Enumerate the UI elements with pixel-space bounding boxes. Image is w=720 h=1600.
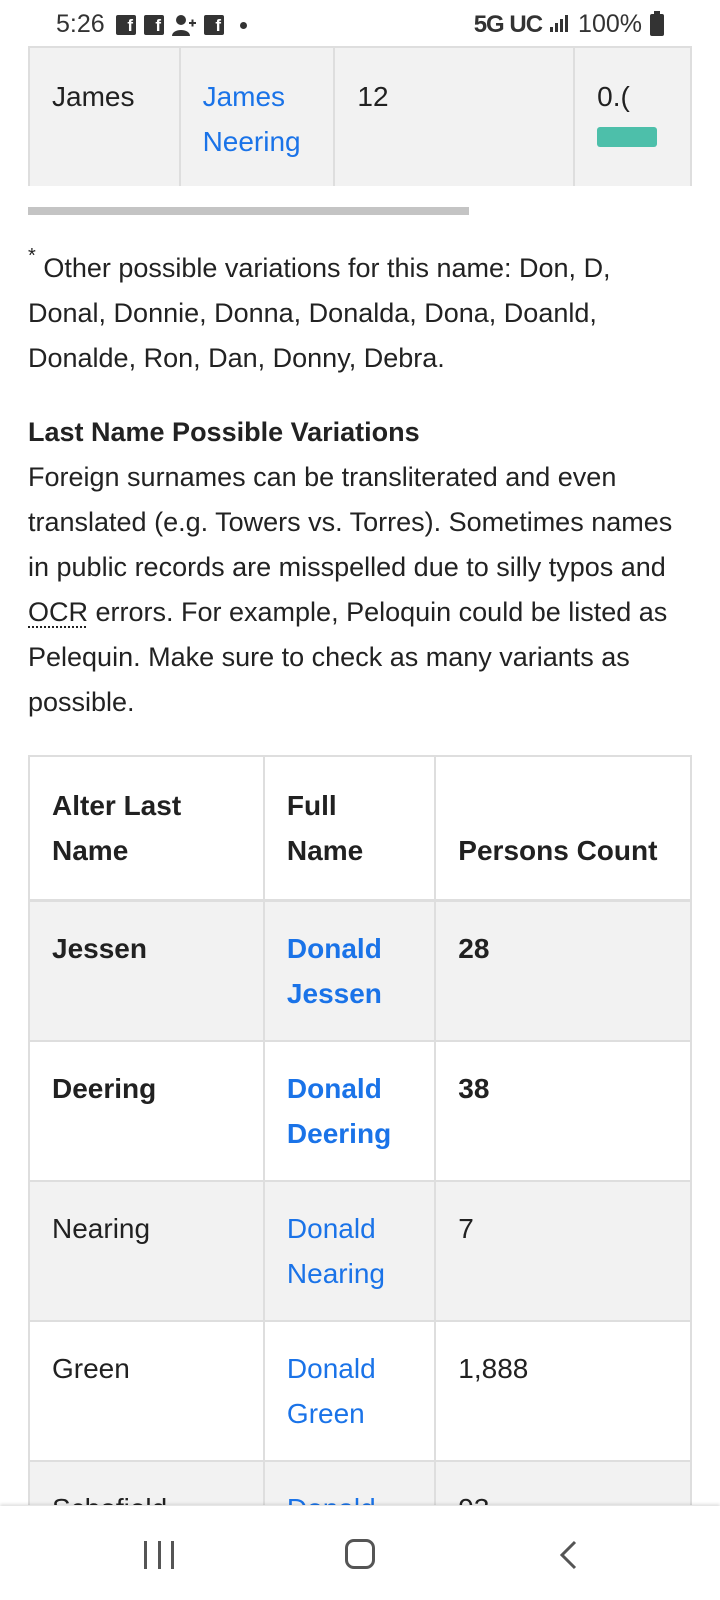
full-name-cell[interactable]: James Neering — [178, 46, 336, 186]
footnote-marker: * — [28, 245, 36, 267]
facebook-icon: f — [204, 15, 224, 35]
persons-count-cell: 1,888 — [434, 1320, 692, 1462]
full-name-link[interactable]: Donald Jessen — [287, 933, 382, 1009]
dot-icon — [240, 21, 247, 29]
status-right: 5G UC 100% — [474, 10, 664, 39]
status-time: 5:26 — [56, 10, 105, 38]
table-row: Nearing Donald Nearing 7 — [28, 1180, 692, 1322]
battery-percent: 100% — [578, 10, 642, 38]
home-icon[interactable] — [345, 1539, 375, 1569]
count-cell: 12 — [333, 46, 576, 186]
battery-icon — [650, 10, 664, 36]
full-name-cell[interactable]: Donald Nearing — [262, 1180, 437, 1322]
variations-note: * Other possible variations for this nam… — [28, 246, 692, 381]
alter-last-name-table[interactable]: Alter Last Name Full Name Persons Count J… — [28, 755, 692, 1505]
alter-last-name-cell: Nearing — [28, 1180, 265, 1322]
table-row: Green Donald Green 1,888 — [28, 1320, 692, 1462]
alter-last-name-cell: Deering — [28, 1040, 265, 1182]
percent-cell: 0.( — [573, 46, 692, 186]
percent-bar — [597, 127, 658, 147]
system-nav-bar — [0, 1506, 720, 1600]
facebook-icon: f — [116, 15, 136, 35]
full-name-cell[interactable]: Donald Jessen — [262, 899, 437, 1042]
ocr-abbreviation[interactable]: OCR — [28, 597, 88, 627]
full-name-link[interactable]: James Neering — [203, 81, 301, 157]
persons-count-cell: 7 — [434, 1180, 692, 1322]
table-row: Jessen Donald Jessen 28 — [28, 899, 692, 1042]
table-header-row: Alter Last Name Full Name Persons Count — [28, 755, 692, 902]
notification-icons: f f f — [116, 14, 247, 36]
first-name-cell: James — [28, 46, 181, 186]
last-name-variations-section: Last Name Possible Variations Foreign su… — [28, 410, 692, 725]
full-name-cell[interactable]: Donald Deering — [262, 1040, 437, 1182]
horizontal-scrollbar[interactable] — [28, 207, 469, 215]
signal-icon — [550, 10, 570, 39]
full-name-cell[interactable]: Donald — [262, 1460, 437, 1505]
variations-text: Other possible variations for this name:… — [28, 253, 611, 373]
network-type: 5G UC — [473, 10, 543, 38]
full-name-link[interactable]: Donald Green — [287, 1353, 376, 1429]
percent-value: 0.( — [597, 81, 630, 112]
persons-count-cell: 28 — [434, 899, 692, 1042]
alter-last-name-cell: Green — [28, 1320, 265, 1462]
section-text: Foreign surnames can be transliterated a… — [28, 462, 673, 717]
persons-count-cell: 38 — [434, 1040, 692, 1182]
full-name-link[interactable]: Donald — [287, 1493, 376, 1505]
first-name-table[interactable]: James James Neering 12 0.( — [28, 46, 692, 186]
header-persons-count: Persons Count — [434, 755, 692, 902]
alter-last-name-cell: Jessen — [28, 899, 265, 1042]
section-title: Last Name Possible Variations — [28, 417, 420, 447]
alter-last-name-cell: Schofield — [28, 1460, 265, 1505]
back-icon[interactable] — [555, 1540, 585, 1570]
status-bar: 5:26 f f f 5G UC 100% — [0, 0, 720, 50]
header-alter-last-name: Alter Last Name — [28, 755, 265, 902]
table-row: Schofield Donald 93 — [28, 1460, 692, 1505]
facebook-icon: f — [144, 15, 164, 35]
person-add-icon — [172, 14, 196, 36]
full-name-link[interactable]: Donald Nearing — [287, 1213, 385, 1289]
persons-count-cell: 93 — [434, 1460, 692, 1505]
header-full-name: Full Name — [262, 755, 437, 902]
full-name-cell[interactable]: Donald Green — [262, 1320, 437, 1462]
table-row: James James Neering 12 0.( — [28, 46, 692, 186]
recent-apps-icon[interactable] — [144, 1541, 174, 1569]
table-row: Deering Donald Deering 38 — [28, 1040, 692, 1182]
full-name-link[interactable]: Donald Deering — [287, 1073, 391, 1149]
